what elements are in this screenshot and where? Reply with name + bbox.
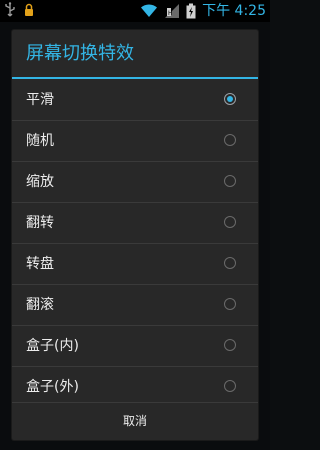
option-row[interactable]: 翻转 bbox=[12, 203, 258, 244]
option-label: 翻滚 bbox=[26, 297, 54, 313]
option-label: 随机 bbox=[26, 133, 54, 149]
option-label: 翻转 bbox=[26, 215, 54, 231]
effect-option-list[interactable]: 平滑 随机 缩放 翻转 转盘 翻滚 盒子(内) 盒子(外) bbox=[12, 80, 258, 402]
option-row[interactable]: 转盘 bbox=[12, 244, 258, 285]
radio-button[interactable] bbox=[224, 134, 236, 146]
option-label: 盒子(内) bbox=[26, 338, 79, 354]
battery-charging-icon bbox=[186, 3, 196, 19]
cancel-button[interactable]: 取消 bbox=[12, 403, 258, 440]
dialog-title: 屏幕切换特效 bbox=[26, 43, 134, 64]
radio-button-checked[interactable] bbox=[224, 93, 236, 105]
radio-button[interactable] bbox=[224, 257, 236, 269]
option-row[interactable]: 翻滚 bbox=[12, 285, 258, 326]
option-row[interactable]: 盒子(内) bbox=[12, 326, 258, 367]
radio-button[interactable] bbox=[224, 175, 236, 187]
option-label: 缩放 bbox=[26, 174, 54, 190]
dialog-footer: 取消 bbox=[12, 402, 258, 440]
status-bar: H 下午 4:25 bbox=[0, 0, 270, 22]
option-row[interactable]: 随机 bbox=[12, 121, 258, 162]
screen-transition-dialog: 屏幕切换特效 平滑 随机 缩放 翻转 转盘 翻滚 盒子(内) 盒子(外) 取消 bbox=[12, 30, 258, 440]
option-row[interactable]: 盒子(外) bbox=[12, 367, 258, 402]
signal-icon: H bbox=[164, 3, 180, 19]
clock: 下午 4:25 bbox=[202, 3, 266, 19]
lock-icon bbox=[24, 3, 34, 17]
option-label: 盒子(外) bbox=[26, 379, 79, 395]
option-label: 转盘 bbox=[26, 256, 54, 272]
option-row[interactable]: 平滑 bbox=[12, 80, 258, 121]
option-row[interactable]: 缩放 bbox=[12, 162, 258, 203]
wifi-icon bbox=[140, 4, 158, 18]
svg-text:H: H bbox=[168, 10, 173, 17]
title-divider bbox=[12, 77, 258, 79]
radio-button[interactable] bbox=[224, 380, 236, 392]
option-label: 平滑 bbox=[26, 92, 54, 108]
radio-button[interactable] bbox=[224, 216, 236, 228]
radio-button[interactable] bbox=[224, 298, 236, 310]
usb-icon bbox=[4, 2, 16, 18]
radio-button[interactable] bbox=[224, 339, 236, 351]
